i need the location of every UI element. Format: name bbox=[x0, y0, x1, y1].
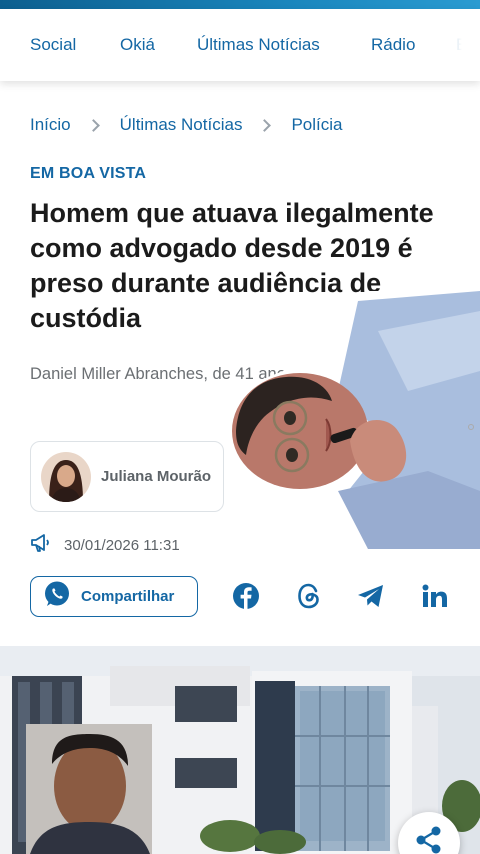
author-name: Juliana Mourão bbox=[101, 468, 212, 485]
breadcrumb-policia[interactable]: Polícia bbox=[291, 115, 342, 135]
chevron-right-icon bbox=[86, 118, 100, 132]
nav-item-social[interactable]: Social bbox=[30, 35, 76, 55]
nav-item-ultimas-noticias[interactable]: Últimas Notícias bbox=[197, 35, 320, 55]
chevron-right-icon bbox=[258, 118, 272, 132]
megaphone-icon bbox=[30, 533, 52, 558]
share-linkedin[interactable] bbox=[420, 583, 450, 613]
breadcrumb-home[interactable]: Início bbox=[30, 115, 71, 135]
publish-date-row: 30/01/2026 11:31 bbox=[30, 533, 180, 558]
breadcrumb: Início Últimas Notícias Polícia bbox=[30, 115, 342, 135]
breadcrumb-ultimas-noticias[interactable]: Últimas Notícias bbox=[120, 115, 243, 135]
nav-item-okia[interactable]: Okiá bbox=[120, 35, 155, 55]
threads-icon bbox=[296, 582, 322, 615]
share-icon bbox=[416, 826, 442, 854]
article-kicker: EM BOA VISTA bbox=[30, 165, 147, 182]
top-color-strip bbox=[0, 0, 480, 9]
share-telegram[interactable] bbox=[356, 583, 386, 613]
author-avatar bbox=[41, 451, 91, 502]
floating-video-overlay[interactable] bbox=[228, 291, 480, 549]
category-nav: Social Okiá Últimas Notícias Rádio Es bbox=[0, 9, 480, 81]
whatsapp-icon bbox=[43, 580, 71, 613]
publish-date: 30/01/2026 11:31 bbox=[64, 537, 180, 554]
facebook-icon bbox=[232, 582, 260, 615]
share-facebook[interactable] bbox=[231, 582, 261, 615]
video-overlay-indicator bbox=[468, 424, 474, 430]
telegram-icon bbox=[357, 584, 385, 613]
share-button-label: Compartilhar bbox=[81, 588, 175, 605]
nav-item-radio[interactable]: Rádio bbox=[371, 35, 415, 55]
nav-fade-overlay bbox=[420, 9, 480, 81]
author-card[interactable]: Juliana Mourão bbox=[30, 441, 224, 512]
share-whatsapp-button[interactable]: Compartilhar bbox=[30, 576, 198, 617]
linkedin-icon bbox=[422, 584, 448, 613]
share-threads[interactable] bbox=[294, 583, 324, 613]
